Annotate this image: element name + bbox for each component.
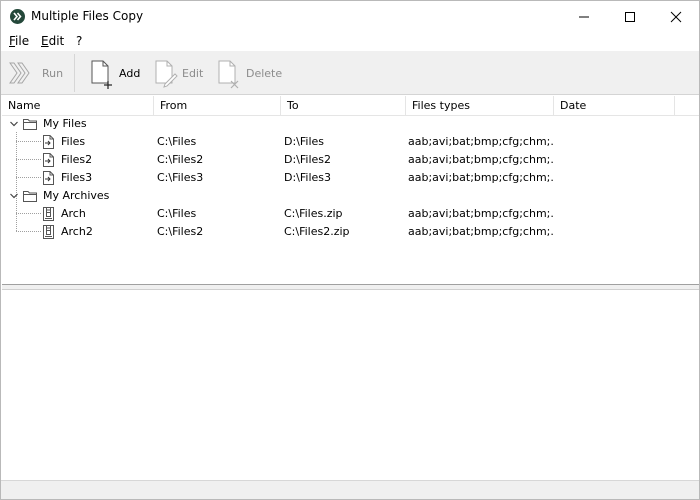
archive-document-icon: [43, 207, 54, 221]
tree-group-row[interactable]: My Files: [2, 115, 699, 133]
column-header-to[interactable]: To: [281, 96, 406, 116]
item-name: Arch2: [61, 225, 93, 238]
maximize-button[interactable]: [607, 1, 653, 32]
edit-label: Edit: [182, 67, 204, 80]
status-bar: [1, 480, 699, 499]
tree-group-label: My Files: [43, 117, 87, 130]
item-from: C:\Files3: [157, 171, 204, 184]
item-file-types: aab;avi;bat;bmp;cfg;chm;...: [408, 207, 554, 220]
tree-group-label: My Archives: [43, 189, 110, 202]
item-file-types: aab;avi;bat;bmp;cfg;chm;...: [408, 225, 554, 238]
copy-document-icon: [43, 135, 54, 149]
item-name: Files2: [61, 153, 93, 166]
edit-button[interactable]: Edit: [153, 59, 205, 88]
maximize-icon: [625, 12, 635, 22]
double-chevron-icon[interactable]: [10, 9, 25, 24]
folder-icon: [23, 191, 37, 202]
menu-file-label: ile: [15, 34, 30, 48]
item-to: D:\Files2: [284, 153, 332, 166]
app-window: Multiple Files Copy File Edit ? Run Add …: [0, 0, 700, 500]
column-header-name[interactable]: Name: [2, 96, 154, 116]
item-from: C:\Files: [157, 135, 197, 148]
menu-edit[interactable]: Edit: [41, 34, 64, 49]
window-title: Multiple Files Copy: [31, 9, 144, 23]
item-from: C:\Files: [157, 207, 197, 220]
menu-bar: File Edit ?: [1, 32, 699, 51]
minimize-button[interactable]: [561, 1, 607, 32]
title-bar[interactable]: Multiple Files Copy: [1, 1, 699, 32]
tree-group-row[interactable]: My Archives: [2, 187, 699, 205]
toolbar-separator: [74, 54, 75, 92]
column-header-from[interactable]: From: [154, 96, 281, 116]
column-header-date[interactable]: Date: [554, 96, 675, 116]
table-row[interactable]: Arch2 C:\Files2 C:\Files2.zip aab;avi;ba…: [2, 223, 699, 241]
add-button[interactable]: Add: [89, 59, 141, 89]
delete-document-icon: [218, 60, 239, 89]
detail-pane[interactable]: [2, 289, 699, 480]
item-name: Files3: [61, 171, 93, 184]
item-to: D:\Files3: [284, 171, 332, 184]
chevron-down-icon[interactable]: [9, 119, 19, 129]
menu-edit-accel: E: [41, 34, 49, 48]
minimize-icon: [579, 16, 589, 18]
item-name: Arch: [61, 207, 86, 220]
run-label: Run: [42, 67, 64, 80]
menu-help[interactable]: ?: [76, 34, 82, 49]
table-row[interactable]: Arch C:\Files C:\Files.zip aab;avi;bat;b…: [2, 205, 699, 223]
chevron-down-icon[interactable]: [9, 191, 19, 201]
item-file-types: aab;avi;bat;bmp;cfg;chm;...: [408, 153, 554, 166]
table-row[interactable]: Files C:\Files D:\Files aab;avi;bat;bmp;…: [2, 133, 699, 151]
column-header-row: Name From To Files types Date: [2, 96, 699, 116]
item-to: C:\Files.zip: [284, 207, 343, 220]
delete-button[interactable]: Delete: [216, 59, 283, 89]
item-to: D:\Files: [284, 135, 325, 148]
task-tree-list[interactable]: Name From To Files types Date My Files F…: [2, 96, 699, 285]
table-row[interactable]: Files3 C:\Files3 D:\Files3 aab;avi;bat;b…: [2, 169, 699, 187]
item-to: C:\Files2.zip: [284, 225, 350, 238]
edit-document-icon: [155, 60, 178, 88]
item-from: C:\Files2: [157, 153, 204, 166]
folder-icon: [23, 119, 37, 130]
toolbar: Run Add Edit Delete: [1, 51, 699, 95]
column-header-file-types[interactable]: Files types: [406, 96, 554, 116]
run-icon: [9, 62, 30, 84]
item-file-types: aab;avi;bat;bmp;cfg;chm;...: [408, 171, 554, 184]
copy-document-icon: [43, 153, 54, 167]
close-button[interactable]: [653, 1, 699, 32]
table-row[interactable]: Files2 C:\Files2 D:\Files2 aab;avi;bat;b…: [2, 151, 699, 169]
menu-file[interactable]: File: [9, 34, 29, 49]
run-button[interactable]: Run: [7, 59, 67, 87]
item-file-types: aab;avi;bat;bmp;cfg;chm;...: [408, 135, 554, 148]
item-name: Files: [61, 135, 86, 148]
item-from: C:\Files2: [157, 225, 204, 238]
close-icon: [670, 11, 682, 23]
add-label: Add: [119, 67, 141, 80]
delete-label: Delete: [246, 67, 283, 80]
add-document-icon: [91, 60, 112, 89]
archive-document-icon: [43, 225, 54, 239]
menu-edit-label: dit: [48, 34, 65, 48]
copy-document-icon: [43, 171, 54, 185]
